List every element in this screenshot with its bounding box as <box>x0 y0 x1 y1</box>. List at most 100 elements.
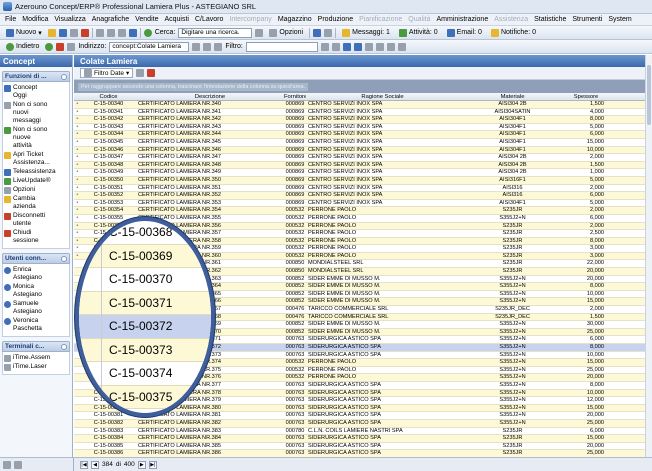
bookmark-icon[interactable] <box>203 42 212 51</box>
column-header[interactable]: Ragione Sociale <box>306 93 459 100</box>
filter-apply-icon[interactable] <box>320 42 329 51</box>
sidebar-group-header[interactable]: Funzioni di ... <box>2 71 70 82</box>
help-icon[interactable] <box>313 28 322 37</box>
activities-button[interactable]: Attività: 0 <box>396 27 441 38</box>
new-button[interactable]: Nuovo ▾ <box>3 27 45 38</box>
cut-icon[interactable] <box>95 28 104 37</box>
column-header[interactable]: Descrizione <box>136 93 284 100</box>
table-row[interactable]: ▪ C-15-00341 CERTIFICATO LAMIERA NR.341 000… <box>74 108 652 117</box>
menu-produzione[interactable]: Produzione <box>315 16 356 23</box>
table-row[interactable]: C-15-00383 CERTIFICATO LAMIERA NR.383 0007… <box>74 427 652 436</box>
menu-intercompany[interactable]: Intercompany <box>226 16 274 23</box>
next-record-button[interactable]: ▶ <box>137 460 146 469</box>
menu-magazzino[interactable]: Magazzino <box>275 16 315 23</box>
refresh-icon[interactable] <box>143 28 152 37</box>
sidebar-item[interactable]: Non ci sono nuovi messaggi <box>4 101 68 125</box>
menu-amministrazione[interactable]: Amministrazione <box>433 16 491 23</box>
table-row[interactable]: C-15-00384 CERTIFICATO LAMIERA NR.384 0007… <box>74 435 652 443</box>
sidebar-item[interactable]: Monica Astegiano <box>4 283 68 299</box>
panel-refresh-icon[interactable] <box>136 69 145 77</box>
table-row[interactable]: ▪ C-15-00353 CERTIFICATO LAMIERA NR.353 000… <box>74 199 652 208</box>
undo-icon[interactable] <box>128 28 137 37</box>
sidebar-item[interactable]: LiveUpdate® <box>4 177 68 185</box>
sidebar-toggle-icon[interactable] <box>3 460 11 469</box>
history-icon[interactable] <box>214 42 223 51</box>
table-row[interactable]: ▪ C-15-00349 CERTIFICATO LAMIERA NR.349 000… <box>74 169 652 177</box>
table-row[interactable]: ▪ C-15-00342 CERTIFICATO LAMIERA NR.342 000… <box>74 116 652 124</box>
table-row[interactable]: ▪ C-15-00347 CERTIFICATO LAMIERA NR.347 000… <box>74 154 652 162</box>
table-row[interactable]: ▪ C-15-00352 CERTIFICATO LAMIERA NR.352 000… <box>74 192 652 200</box>
menu-strumenti[interactable]: Strumenti <box>569 16 605 23</box>
group-by-area[interactable]: Per raggruppare secondo una colonna, tra… <box>74 80 652 93</box>
sidebar-item[interactable]: Opzioni <box>4 186 68 194</box>
menu-acquisti[interactable]: Acquisti <box>161 16 192 23</box>
menu-system[interactable]: System <box>605 16 634 23</box>
menu-anagrafiche[interactable]: Anagrafiche <box>89 16 132 23</box>
view-details-icon[interactable] <box>353 42 362 51</box>
filter-input[interactable] <box>245 41 318 52</box>
address-input[interactable]: concept:Colate Lamiera <box>109 41 190 52</box>
messages-button[interactable]: Messaggi: 1 <box>339 27 393 38</box>
menu-statistiche[interactable]: Statistiche <box>531 16 569 23</box>
filter-clear-icon[interactable] <box>331 42 340 51</box>
column-header[interactable]: Spessore <box>566 93 606 100</box>
go-icon[interactable] <box>192 42 201 51</box>
sidebar-item[interactable]: Veronica Paschetta <box>4 317 68 333</box>
export-icon[interactable] <box>386 42 395 51</box>
search-go-icon[interactable] <box>255 28 264 37</box>
vertical-scrollbar[interactable] <box>645 55 652 457</box>
save-icon[interactable] <box>58 28 67 37</box>
menu-pianificazione[interactable]: Pianificazione <box>356 16 405 23</box>
table-row[interactable]: ▪ C-15-00345 CERTIFICATO LAMIERA NR.345 000… <box>74 138 652 147</box>
table-row[interactable]: ▪ C-15-00348 CERTIFICATO LAMIERA NR.348 000… <box>74 161 652 170</box>
collapse-icon[interactable] <box>61 255 67 262</box>
collapse-icon[interactable] <box>61 73 67 80</box>
sidebar-item[interactable]: Chiudi sessione <box>4 229 68 245</box>
table-row[interactable]: ▪ C-15-00354 CERTIFICATO LAMIERA NR.354 000… <box>74 207 652 215</box>
sidebar-group-header[interactable]: Utenti conn... <box>2 253 70 264</box>
home-icon[interactable] <box>67 42 76 51</box>
sidebar-item[interactable]: Disconnetti utente <box>4 212 68 228</box>
forward-arrow-icon[interactable] <box>45 42 54 51</box>
table-row[interactable]: ▪ C-15-00343 CERTIFICATO LAMIERA NR.343 000… <box>74 123 652 132</box>
date-filter-button[interactable]: Filtro Date ▾ <box>80 68 134 78</box>
email-button[interactable]: Email: 0 <box>444 27 485 38</box>
menu-c-lavoro[interactable]: C/Lavoro <box>192 16 226 23</box>
options-button[interactable]: Opzioni <box>266 27 306 38</box>
sidebar-item[interactable]: Apri Ticket Assistenza... <box>4 151 68 167</box>
menu-assistenza[interactable]: Assistenza <box>491 16 531 23</box>
table-row[interactable]: C-15-00385 CERTIFICATO LAMIERA NR.385 0007… <box>74 442 652 451</box>
menu-modifica[interactable]: Modifica <box>19 16 51 23</box>
view-list-icon[interactable] <box>342 42 351 51</box>
notifications-button[interactable]: Notifiche: 0 <box>488 27 539 38</box>
sidebar-group-header[interactable]: Terminali c... <box>2 341 70 352</box>
sidebar-pin-icon[interactable] <box>14 460 22 469</box>
sidebar-item[interactable]: Enrica Astegiano <box>4 266 68 282</box>
first-record-button[interactable]: |◀ <box>80 460 88 469</box>
stop-icon[interactable] <box>56 42 65 51</box>
table-row[interactable]: C-15-00386 CERTIFICATO LAMIERA NR.386 0007… <box>74 450 652 457</box>
paste-icon[interactable] <box>117 28 126 37</box>
table-row[interactable]: ▪ C-15-00351 CERTIFICATO LAMIERA NR.351 000… <box>74 184 652 193</box>
search-input[interactable]: Digitare una ricerca. <box>178 27 253 38</box>
print-icon[interactable] <box>69 28 78 37</box>
open-folder-icon[interactable] <box>47 28 56 37</box>
sidebar-item[interactable]: Concept Oggi <box>4 84 68 100</box>
sidebar-item[interactable]: Samuele Astegiano <box>4 300 68 316</box>
view-icons-icon[interactable] <box>364 42 373 51</box>
back-button[interactable]: Indietro <box>3 41 42 52</box>
collapse-icon[interactable] <box>61 343 67 350</box>
last-record-button[interactable]: ▶| <box>148 460 157 469</box>
sidebar-item[interactable]: iTime.Assem <box>4 354 68 362</box>
view-tiles-icon[interactable] <box>375 42 384 51</box>
column-header[interactable]: Materiale <box>459 93 566 100</box>
copy-icon[interactable] <box>106 28 115 37</box>
columns-icon[interactable] <box>397 42 406 51</box>
table-row[interactable]: C-15-00382 CERTIFICATO LAMIERA NR.382 0007… <box>74 419 652 428</box>
sidebar-item[interactable]: iTime.Laser <box>4 363 68 371</box>
menu-vendite[interactable]: Vendite <box>132 16 161 23</box>
column-header[interactable]: Codice <box>81 93 136 100</box>
menu-file[interactable]: File <box>2 16 19 23</box>
table-row[interactable]: ▪ C-15-00344 CERTIFICATO LAMIERA NR.344 000… <box>74 131 652 139</box>
scrollbar-thumb[interactable] <box>647 65 651 125</box>
